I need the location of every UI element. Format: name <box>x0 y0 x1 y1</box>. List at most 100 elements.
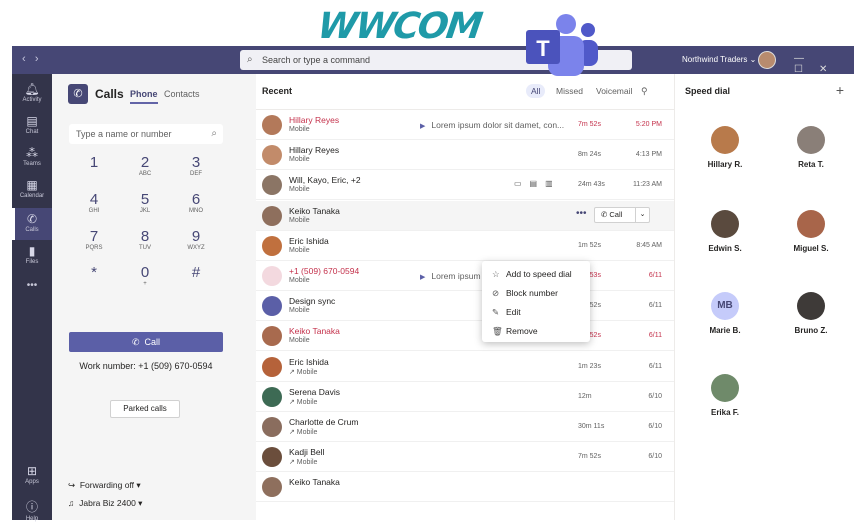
key-letters: + <box>143 281 147 287</box>
call-row[interactable]: Eric Ishida ↗ Mobile 1m 23s 6/11 <box>256 352 674 382</box>
call-row[interactable]: +1 (509) 670-0594Mobile▶Lorem ipsum1m 53… <box>256 261 674 291</box>
call-row[interactable]: Keiko TanakaMobile7m 52s6/11 <box>256 321 674 352</box>
caller-name: Hillary Reyes <box>289 115 340 125</box>
rail-activity[interactable]: 🔔︎ Activity <box>12 82 52 108</box>
call-row[interactable]: Serena Davis ↗ Mobile 12m 6/10 <box>256 382 674 412</box>
rail-chat[interactable]: ▤ Chat <box>12 114 52 140</box>
key-digit: 9 <box>191 228 201 245</box>
call-row[interactable]: Kadji Bell ↗ Mobile 7m 52s 6/10 <box>256 442 674 473</box>
call-duration: 1m 23s <box>578 362 601 370</box>
caller-name: Kadji Bell <box>289 447 325 458</box>
menu-edit[interactable]: ✎ Edit <box>492 307 521 318</box>
speed-dial-contact[interactable]: Miguel S. <box>781 210 841 253</box>
device-selector[interactable]: ♫ Jabra Biz 2400 ▾ <box>68 498 142 509</box>
key-5[interactable]: 6 MNO <box>171 191 221 214</box>
call-row[interactable]: Will, Kayo, Eric, +2 Mobile ▭▤▥ 24m 43s 11:2… <box>256 170 674 201</box>
meeting-icons[interactable]: ▭▤▥ <box>514 179 561 188</box>
wwcom-logo: WWCOM <box>315 6 484 47</box>
filter-missed[interactable]: Missed <box>551 84 588 98</box>
rail-files[interactable]: ▮ Files <box>12 244 52 270</box>
rail-calls[interactable]: ✆ Calls <box>12 208 52 240</box>
key-digit: 2 <box>140 154 150 171</box>
menu-remove[interactable]: 🗑︎ Remove <box>492 326 538 337</box>
speed-dial-contact[interactable]: Edwin S. <box>695 210 755 253</box>
search-placeholder: Search or type a command <box>262 55 371 65</box>
avatar <box>711 126 739 154</box>
voicemail-preview[interactable]: ▶ Lorem ipsum <box>420 271 481 281</box>
caller-name: Hillary Reyes <box>289 145 340 156</box>
speed-dial-contact[interactable]: Hillary R. <box>695 126 755 169</box>
nav-arrows[interactable]: ‹ › <box>22 53 39 65</box>
recent-header: Recent All Missed Voicemail ⚲ <box>256 74 674 110</box>
add-icon[interactable]: + <box>836 82 844 98</box>
more-icon[interactable]: ••• <box>576 208 587 219</box>
call-duration: 7m 52s <box>578 121 601 128</box>
rail-apps[interactable]: ⊞ Apps <box>12 464 52 490</box>
key-digit: 0 <box>140 264 150 281</box>
call-row[interactable]: Eric Ishida Mobile 1m 52s 8:45 AM <box>256 231 674 261</box>
call-row[interactable]: Hillary Reyes Mobile 8m 24s 4:13 PM <box>256 140 674 171</box>
call-time: 6/10 <box>648 392 662 400</box>
tab-phone[interactable]: Phone <box>130 89 158 104</box>
voicemail-preview[interactable]: ▶ Lorem ipsum dolor sit damet, con... <box>420 120 564 130</box>
filter-icon[interactable]: ⚲ <box>636 84 653 99</box>
call-row[interactable]: Hillary Reyes Mobile ▶ Lorem ipsum dolor si… <box>256 110 674 140</box>
call-row[interactable]: Keiko Tanaka Mobile ••• ✆ Call ⌄ <box>256 200 674 231</box>
call-duration: 30m 11s <box>578 423 605 430</box>
speed-dial-contact[interactable]: Reta T. <box>781 126 841 169</box>
key-6[interactable]: 7 PQRS <box>69 228 119 251</box>
menu-add-speed-dial[interactable]: ☆ Add to speed dial <box>492 269 572 280</box>
headset-icon: ♫ <box>68 498 75 508</box>
key-10[interactable]: 0 + <box>120 264 170 287</box>
contact-name: Hillary R. <box>707 160 743 169</box>
forwarding-toggle[interactable]: ↪ Forwarding off ▾ <box>68 480 141 491</box>
key-3[interactable]: 4 GHI <box>69 191 119 214</box>
speed-dial-contact[interactable]: MB Marie B. <box>695 292 755 335</box>
call-type: Mobile <box>289 337 310 345</box>
key-letters: DEF <box>190 171 202 177</box>
help-icon: ⓘ <box>25 500 38 514</box>
rail-calendar[interactable]: ▦ Calendar <box>12 178 52 204</box>
key-4[interactable]: 5 JKL <box>120 191 170 214</box>
user-avatar[interactable] <box>758 51 776 69</box>
phone-icon: ✆ <box>131 337 140 347</box>
avatar <box>262 266 282 286</box>
key-digit: 5 <box>140 191 150 208</box>
key-0[interactable]: 1 <box>69 154 119 171</box>
chevron-down-icon[interactable]: ⌄ <box>635 207 649 222</box>
key-7[interactable]: 8 TUV <box>120 228 170 251</box>
key-1[interactable]: 2 ABC <box>120 154 170 177</box>
menu-block-number[interactable]: ⊘ Block number <box>492 288 558 299</box>
key-2[interactable]: 3 DEF <box>171 154 221 177</box>
call-time: 5:20 PM <box>635 121 662 128</box>
call-row[interactable]: Design syncMobile1m 52s6/11 <box>256 291 674 322</box>
avatar <box>711 374 739 402</box>
rail-help[interactable]: ⓘ Help <box>12 498 52 522</box>
filter-all[interactable]: All <box>526 84 546 98</box>
contact-name: Miguel S. <box>793 244 829 253</box>
call-button[interactable]: ✆ Call <box>69 332 223 352</box>
rail-teams[interactable]: ⁂ Teams <box>12 146 52 172</box>
parked-calls-button[interactable]: Parked calls <box>110 400 180 418</box>
key-11[interactable]: # <box>171 264 221 281</box>
speed-dial-contact[interactable]: Bruno Z. <box>781 292 841 335</box>
filter-voicemail[interactable]: Voicemail <box>591 84 637 98</box>
org-switcher[interactable]: Northwind Traders ⌄ <box>682 55 756 64</box>
call-time: 6/11 <box>648 272 662 279</box>
call-row[interactable]: Charlotte de Crum ↗ Mobile 30m 11s 6/10 <box>256 412 674 442</box>
call-row[interactable]: Keiko Tanaka <box>256 472 674 503</box>
window-controls[interactable]: —☐✕ <box>794 53 854 75</box>
number-input[interactable]: Type a name or number ⌕ <box>69 124 223 144</box>
caller-name: Will, Kayo, Eric, +2 <box>289 175 361 186</box>
key-9[interactable]: * <box>69 264 119 281</box>
avatar <box>262 296 282 317</box>
rail-more[interactable]: ••• <box>12 280 52 294</box>
speed-dial-contact[interactable]: Erika F. <box>695 374 755 417</box>
row-call-button[interactable]: ✆ Call ⌄ <box>594 206 650 223</box>
teams-icon: ⁂ <box>26 146 38 160</box>
call-type: Mobile <box>289 216 310 224</box>
block-icon: ⊘ <box>492 288 500 298</box>
key-8[interactable]: 9 WXYZ <box>171 228 221 251</box>
tab-contacts[interactable]: Contacts <box>164 89 200 99</box>
context-menu: ☆ Add to speed dial ⊘ Block number ✎ Edit 🗑… <box>482 261 590 342</box>
